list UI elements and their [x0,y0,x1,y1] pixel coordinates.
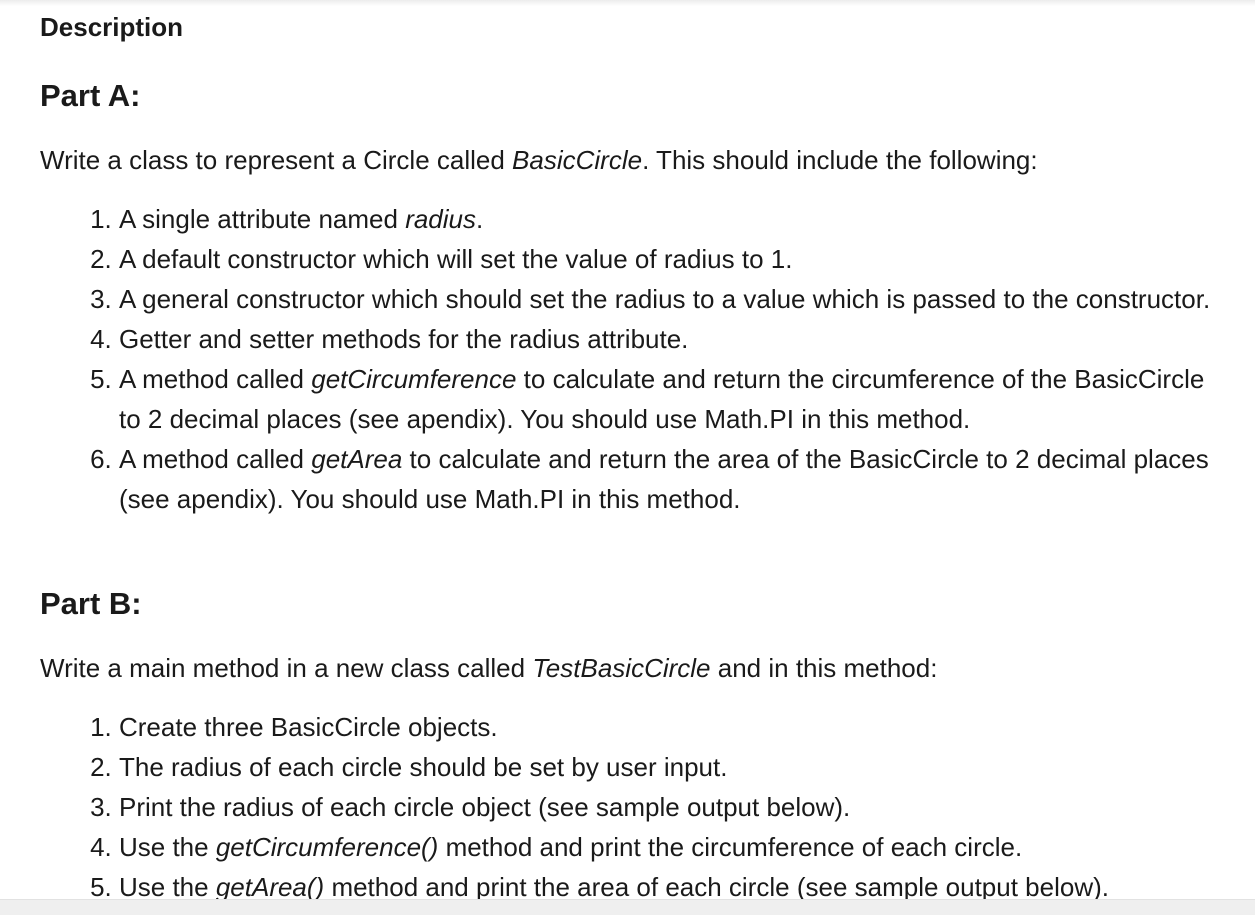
part-a-item: Getter and setter methods for the radius… [119,319,1230,359]
item-text-end: . [476,204,484,234]
part-b-intro-post: and in this method: [710,653,938,683]
part-a-list: A single attribute named radius. A defau… [40,199,1230,519]
part-b-heading: Part B: [40,586,142,621]
item-text: A method called [119,364,312,394]
item-text: A method called [119,444,312,474]
item-text: Create three BasicCircle objects. [119,712,498,742]
part-a-item: A single attribute named radius. [119,199,1230,239]
item-text: A default constructor which will set the… [119,244,793,274]
part-a-intro-post: . This should include the following: [642,145,1038,175]
bottom-scroll-edge [0,899,1255,915]
part-b-item: Create three BasicCircle objects. [119,707,1230,747]
part-b-item: The radius of each circle should be set … [119,747,1230,787]
part-a-intro-pre: Write a class to represent a Circle call… [40,145,513,175]
item-text: Print the radius of each circle object (… [119,792,851,822]
part-b-item: Use the getCircumference() method and pr… [119,827,1230,867]
part-b-item: Use the getArea() method and print the a… [119,867,1230,899]
description-panel: Description Part A: Write a class to rep… [40,0,1230,899]
item-emphasis: getArea [311,444,403,474]
item-emphasis: radius [405,204,477,234]
part-a-item: A method called getCircumference to calc… [119,359,1230,439]
item-text: The radius of each circle should be set … [119,752,728,782]
item-text: A general constructor which should set t… [119,284,1211,314]
part-a-intro-class-name: BasicCircle [512,145,643,175]
item-text-end: method and print the area of each circle… [324,872,1109,899]
item-emphasis: getCircumference [311,364,517,394]
item-text: Use the [119,872,216,899]
part-b-item: Print the radius of each circle object (… [119,787,1230,827]
item-emphasis: getArea() [215,872,325,899]
part-a-intro: Write a class to represent a Circle call… [40,145,1038,175]
item-text: A single attribute named [119,204,406,234]
item-emphasis: getCircumference() [215,832,439,862]
part-b-intro-class-name: TestBasicCircle [532,653,711,683]
item-text-end: method and print the circumference of ea… [438,832,1023,862]
part-a-item: A general constructor which should set t… [119,279,1230,319]
part-a-item: A method called getArea to calculate and… [119,439,1230,519]
part-b-intro: Write a main method in a new class calle… [40,653,937,683]
part-b-intro-pre: Write a main method in a new class calle… [40,653,533,683]
part-a-heading: Part A: [40,78,141,113]
description-title: Description [40,12,184,42]
part-a-item: A default constructor which will set the… [119,239,1230,279]
part-b-list: Create three BasicCircle objects. The ra… [40,707,1230,899]
item-text: Getter and setter methods for the radius… [119,324,689,354]
item-text: Use the [119,832,216,862]
